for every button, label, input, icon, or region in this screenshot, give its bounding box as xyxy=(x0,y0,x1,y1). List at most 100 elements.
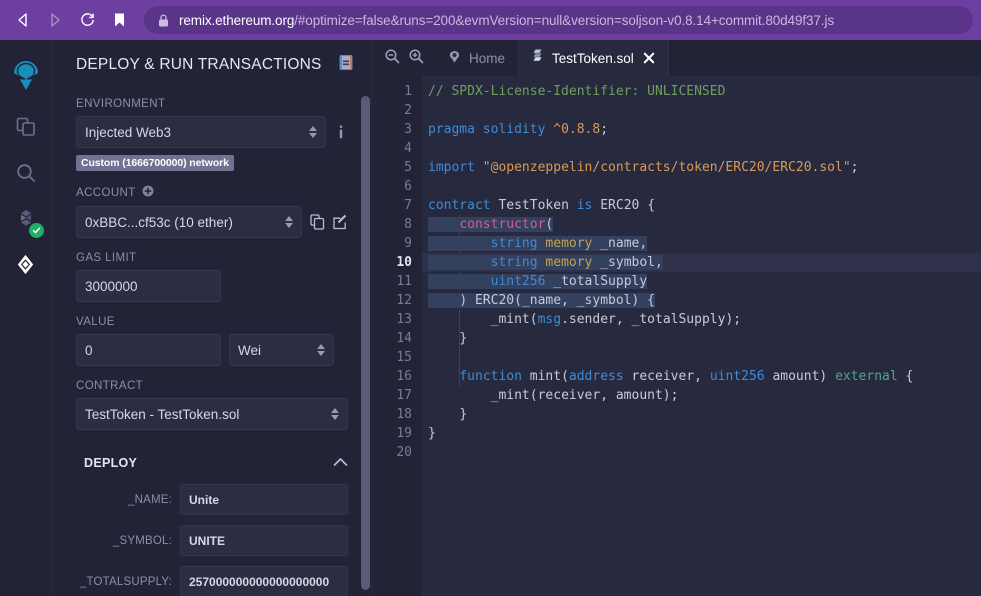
zoom-in-icon[interactable] xyxy=(408,48,424,69)
document-icon[interactable] xyxy=(338,54,354,76)
deploy-arg-input-symbol[interactable]: UNITE xyxy=(180,525,348,556)
lock-icon xyxy=(158,13,169,27)
address-bar[interactable]: remix.ethereum.org/#optimize=false&runs=… xyxy=(144,6,973,34)
bookmark-button[interactable] xyxy=(104,5,134,35)
search-icon xyxy=(15,162,37,189)
code-line-7: contract TestToken is ERC20 { xyxy=(428,198,656,213)
line-number-gutter: 1 2 3 4 5 6 7 8 9 10 11 12 13 14 15 16 1… xyxy=(372,76,422,596)
browser-toolbar: remix.ethereum.org/#optimize=false&runs=… xyxy=(0,0,981,40)
code-line-3: pragma solidity ^0.8.8; xyxy=(428,122,609,137)
line-number: 1 xyxy=(404,84,412,99)
back-button[interactable] xyxy=(8,5,38,35)
code-line-10: string memory _symbol, xyxy=(422,253,981,272)
account-select[interactable]: 0xBBC...cf53c (10 ether) xyxy=(76,206,302,238)
panel-header: DEPLOY & RUN TRANSACTIONS xyxy=(52,40,372,86)
sidebar-item-deploy-run[interactable] xyxy=(0,244,52,290)
deploy-arg-input-name[interactable]: Unite xyxy=(180,484,348,515)
forward-button[interactable] xyxy=(40,5,70,35)
deploy-title: DEPLOY xyxy=(84,456,138,470)
network-badge: Custom (1666700000) network xyxy=(76,155,234,171)
code-line-12: ) ERC20(_name, _symbol) { xyxy=(422,291,981,310)
url-path: /#optimize=false&runs=200&evmVersion=nul… xyxy=(294,12,835,28)
account-label: ACCOUNT xyxy=(76,185,348,200)
contract-value: TestToken - TestToken.sol xyxy=(85,406,240,422)
solidity-file-icon xyxy=(532,49,545,67)
line-number: 11 xyxy=(396,274,412,289)
account-row: 0xBBC...cf53c (10 ether) xyxy=(76,206,348,238)
environment-row: Injected Web3 xyxy=(76,116,348,148)
arrow-left-icon xyxy=(15,12,31,28)
deploy-header[interactable]: DEPLOY xyxy=(76,448,348,474)
url-host: remix.ethereum.org xyxy=(179,12,295,28)
contract-select[interactable]: TestToken - TestToken.sol xyxy=(76,398,348,430)
sidebar-item-solidity-compiler[interactable] xyxy=(0,198,52,244)
deploy-arg-input-totalsupply[interactable]: 257000000000000000000 xyxy=(180,566,348,596)
code-line-5: import "@openzeppelin/contracts/token/ER… xyxy=(428,160,859,175)
copy-icon[interactable] xyxy=(310,214,325,230)
tab-home[interactable]: Home xyxy=(434,40,520,76)
value-unit-select[interactable]: Wei xyxy=(229,334,334,366)
code-line-14: } xyxy=(459,331,468,346)
line-number: 8 xyxy=(404,217,412,232)
value-row: 0 Wei xyxy=(76,334,348,366)
value-label: VALUE xyxy=(76,316,115,328)
chevron-updown-icon xyxy=(309,126,317,138)
plugin-icon-rail xyxy=(0,40,52,596)
line-number: 13 xyxy=(396,312,412,327)
line-number: 4 xyxy=(404,141,412,156)
line-number: 14 xyxy=(396,331,412,346)
deploy-arg-label: _SYMBOL: xyxy=(112,534,172,547)
gas-limit-input[interactable]: 3000000 xyxy=(76,270,221,302)
deploy-arg-row: _TOTALSUPPLY: 257000000000000000000 xyxy=(76,566,348,596)
value-unit: Wei xyxy=(238,342,262,358)
panel-body: ENVIRONMENT Injected Web3 Custom (166670… xyxy=(52,86,372,596)
chevron-updown-icon xyxy=(331,408,339,420)
edit-sign-icon[interactable] xyxy=(333,214,348,230)
zoom-out-icon[interactable] xyxy=(384,48,400,69)
compiler-success-badge xyxy=(28,223,44,238)
deploy-run-icon xyxy=(14,253,37,281)
sidebar-item-file-explorer[interactable] xyxy=(0,106,52,152)
code-line-9: string memory _name, xyxy=(422,234,981,253)
line-number: 7 xyxy=(404,198,412,213)
reload-icon xyxy=(79,12,96,29)
sidebar-item-search[interactable] xyxy=(0,152,52,198)
deploy-arg-label: _TOTALSUPPLY: xyxy=(79,575,172,588)
page-title: DEPLOY & RUN TRANSACTIONS xyxy=(76,56,322,73)
plus-circle-icon[interactable] xyxy=(142,185,154,200)
remix-logo-icon xyxy=(9,59,43,96)
code-line-1: // SPDX-License-Identifier: UNLICENSED xyxy=(428,84,726,99)
code-line-13: _mint(msg.sender, _totalSupply); xyxy=(490,312,742,327)
tab-testtoken-sol[interactable]: TestToken.sol xyxy=(519,40,669,76)
code-lines[interactable]: // SPDX-License-Identifier: UNLICENSED p… xyxy=(422,76,981,596)
line-number: 16 xyxy=(396,369,412,384)
remix-app: DEPLOY & RUN TRANSACTIONS ENVIRONMENT In… xyxy=(0,40,981,596)
deploy-arg-row: _SYMBOL: UNITE xyxy=(76,525,348,556)
line-number: 2 xyxy=(404,103,412,118)
file-explorer-icon xyxy=(15,116,37,143)
url-text: remix.ethereum.org/#optimize=false&runs=… xyxy=(179,13,834,28)
sidebar-item-remix-home[interactable] xyxy=(0,48,52,106)
panel-scrollbar[interactable] xyxy=(361,96,370,590)
line-number: 5 xyxy=(404,160,412,175)
editor-zoom-controls xyxy=(372,40,434,76)
code-line-17: _mint(receiver, amount); xyxy=(490,388,679,403)
environment-select[interactable]: Injected Web3 xyxy=(76,116,326,148)
code-editor: Home TestToken.sol 1 2 3 4 5 6 7 8 9 10 … xyxy=(372,40,981,596)
info-icon[interactable] xyxy=(334,124,348,140)
close-icon[interactable] xyxy=(643,52,655,64)
chevron-up-icon[interactable] xyxy=(333,454,348,472)
code-line-16: function mint(address receiver, uint256 … xyxy=(459,369,914,384)
line-number: 6 xyxy=(404,179,412,194)
code-area[interactable]: 1 2 3 4 5 6 7 8 9 10 11 12 13 14 15 16 1… xyxy=(372,76,981,596)
line-number: 3 xyxy=(404,122,412,137)
reload-button[interactable] xyxy=(72,5,102,35)
deploy-section: DEPLOY _NAME: Unite _SYMBOL: UNITE _TOTA… xyxy=(76,448,348,596)
value-input[interactable]: 0 xyxy=(76,334,221,366)
gas-limit-label: GAS LIMIT xyxy=(76,252,137,264)
